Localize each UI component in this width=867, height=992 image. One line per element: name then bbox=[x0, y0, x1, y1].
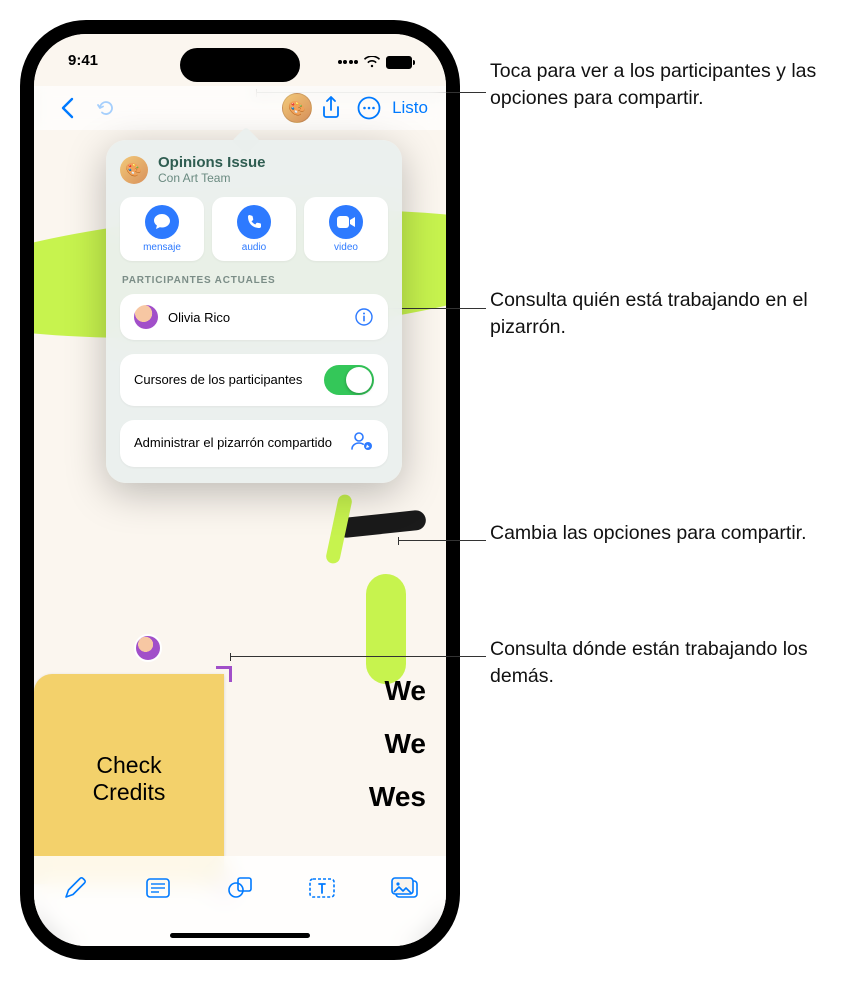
video-icon bbox=[329, 205, 363, 239]
note-tool[interactable] bbox=[136, 870, 180, 906]
more-button[interactable] bbox=[350, 89, 388, 127]
shapes-tool[interactable] bbox=[218, 870, 262, 906]
board-subtitle: Con Art Team bbox=[158, 171, 266, 185]
info-icon[interactable] bbox=[354, 307, 374, 327]
done-button[interactable]: Listo bbox=[388, 98, 432, 118]
participant-avatar bbox=[134, 305, 158, 329]
manage-shared-board-row[interactable]: Administrar el pizarrón compartido bbox=[134, 431, 374, 456]
phone-frame: 9:41 We We Wes Check Credits bbox=[20, 20, 460, 960]
popover-header: 🎨 Opinions Issue Con Art Team bbox=[120, 154, 388, 185]
undo-button[interactable] bbox=[86, 89, 124, 127]
collaboration-avatar-button[interactable]: 🎨 bbox=[282, 93, 312, 123]
bottom-toolbar bbox=[34, 856, 446, 946]
phone-icon bbox=[237, 205, 271, 239]
audio-action[interactable]: audio bbox=[212, 197, 296, 261]
home-indicator[interactable] bbox=[170, 933, 310, 938]
callout-4: Consulta dónde están trabajando los demá… bbox=[490, 636, 830, 690]
signal-icon bbox=[338, 60, 359, 64]
back-button[interactable] bbox=[48, 89, 86, 127]
status-icons bbox=[338, 52, 413, 72]
cursors-toggle[interactable] bbox=[324, 365, 374, 395]
participant-name: Olivia Rico bbox=[168, 310, 344, 325]
current-participants-header: PARTICIPANTES ACTUALES bbox=[122, 275, 386, 286]
participant-cursors-row: Cursores de los participantes bbox=[134, 365, 374, 395]
board-title: Opinions Issue bbox=[158, 154, 266, 171]
message-label: mensaje bbox=[143, 242, 181, 253]
message-icon bbox=[145, 205, 179, 239]
selection-corner bbox=[216, 666, 232, 682]
battery-icon bbox=[386, 56, 412, 69]
callout-leader bbox=[230, 656, 486, 657]
callout-leader bbox=[398, 540, 486, 541]
dynamic-island bbox=[180, 48, 300, 82]
board-avatar: 🎨 bbox=[120, 156, 148, 184]
video-label: video bbox=[334, 242, 358, 253]
share-button[interactable] bbox=[312, 89, 350, 127]
pen-tool[interactable] bbox=[53, 870, 97, 906]
status-time: 9:41 bbox=[68, 52, 98, 72]
video-action[interactable]: video bbox=[304, 197, 388, 261]
message-action[interactable]: mensaje bbox=[120, 197, 204, 261]
audio-label: audio bbox=[242, 242, 266, 253]
wifi-icon bbox=[364, 56, 380, 68]
callout-2: Consulta quién está trabajando en el piz… bbox=[490, 287, 850, 341]
manage-label: Administrar el pizarrón compartido bbox=[134, 435, 350, 451]
sticky-note[interactable]: Check Credits bbox=[34, 674, 224, 884]
participant-row[interactable]: Olivia Rico bbox=[134, 305, 374, 329]
collaboration-popover: 🎨 Opinions Issue Con Art Team mensaje bbox=[106, 140, 402, 483]
media-tool[interactable] bbox=[383, 870, 427, 906]
screen: 9:41 We We Wes Check Credits bbox=[34, 34, 446, 946]
text-line-3: Wes bbox=[369, 770, 426, 823]
text-line-1: We bbox=[369, 664, 426, 717]
cursors-label: Cursores de los participantes bbox=[134, 372, 324, 388]
text-line-2: We bbox=[369, 717, 426, 770]
text-tool[interactable] bbox=[300, 870, 344, 906]
callout-3: Cambia las opciones para compartir. bbox=[490, 520, 810, 547]
participant-cursor-avatar bbox=[134, 634, 162, 662]
top-toolbar: 🎨 Listo bbox=[34, 86, 446, 130]
callout-1: Toca para ver a los participantes y las … bbox=[490, 58, 850, 112]
manage-share-icon bbox=[350, 431, 374, 456]
text-lines: We We Wes bbox=[369, 664, 426, 824]
